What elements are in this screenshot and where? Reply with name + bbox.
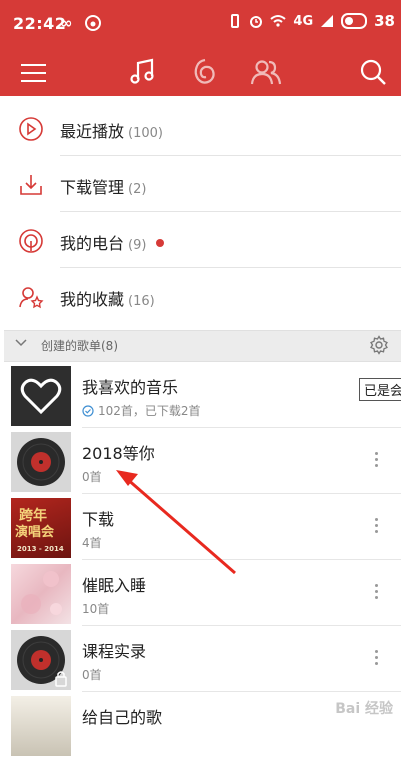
chevron-down-icon[interactable]: [14, 336, 28, 350]
radio-icon: [19, 229, 43, 253]
main-content: 最近播放 (100) 下载管理 (2) 我的电台 (9) 我的收藏 (16) 创建的: [4, 100, 401, 758]
download-icon: [20, 175, 42, 195]
gear-icon[interactable]: [369, 335, 389, 355]
more-options-icon[interactable]: [375, 584, 379, 602]
playlist-name: 给自己的歌: [82, 708, 163, 727]
playlist-meta: 4首: [82, 536, 102, 550]
netease-status-icon: [85, 15, 101, 31]
playlist-name: 下载: [82, 510, 115, 529]
vibrate-icon: [231, 14, 240, 28]
tab-my-music[interactable]: [124, 54, 160, 90]
playlist-name: 课程实录: [82, 642, 147, 661]
blossom-image: [21, 571, 62, 615]
playlist-cover: [11, 432, 71, 492]
playlist-meta: 102首，已下载2首: [82, 402, 201, 419]
search-icon[interactable]: [355, 54, 391, 90]
playlist-item[interactable]: 课程实录 0首: [4, 626, 401, 692]
playlist-name: 2018等你: [82, 444, 155, 463]
tab-discover[interactable]: [186, 54, 222, 90]
infinity-icon: ∞: [60, 14, 73, 32]
music-note-icon: [130, 58, 154, 84]
playlist-meta: 0首: [82, 470, 102, 484]
alarm-icon: [250, 16, 263, 28]
battery-icon: [341, 13, 368, 29]
concert-poster-image: 跨年 演唱会 2013 - 2014: [15, 507, 64, 553]
playlist-item[interactable]: 2018等你 0首: [4, 428, 401, 494]
playlist-name: 我喜欢的音乐: [82, 378, 179, 397]
menu-count: (16): [128, 294, 155, 309]
created-playlists-header[interactable]: 创建的歌单(8): [4, 330, 401, 362]
menu-count: (2): [128, 182, 147, 197]
wifi-icon: [270, 15, 287, 27]
menu-count: (9): [128, 238, 147, 253]
svg-text:跨年: 跨年: [19, 507, 47, 524]
svg-text:演唱会: 演唱会: [15, 524, 55, 540]
playlist-item[interactable]: 催眠入睡 10首: [4, 560, 401, 626]
battery-level: 38: [374, 12, 395, 30]
playlist-meta: 0首: [82, 668, 102, 682]
menu-label: 我的电台 (9): [60, 230, 165, 254]
top-toolbar: [0, 50, 401, 96]
network-type: 4G: [293, 13, 314, 29]
menu-count: (100): [128, 126, 163, 141]
menu-my-radio[interactable]: 我的电台 (9): [4, 212, 401, 268]
more-options-icon[interactable]: [375, 518, 379, 536]
vinyl-record-icon: [17, 438, 65, 486]
signal-icon: [321, 15, 334, 27]
section-title: 创建的歌单(8): [41, 339, 118, 353]
menu-recent-play[interactable]: 最近播放 (100): [4, 100, 401, 156]
downloaded-check-icon: [82, 405, 94, 417]
friends-icon: [250, 60, 282, 85]
more-options-icon[interactable]: [375, 650, 379, 668]
vinyl-record-icon: [17, 636, 67, 687]
svg-text:2013 - 2014: 2013 - 2014: [17, 545, 64, 553]
playlist-name: 催眠入睡: [82, 576, 147, 595]
watermark: Bai 经验: [335, 701, 393, 717]
tab-friends[interactable]: [248, 54, 284, 90]
recent-play-icon: [19, 117, 43, 141]
tooltip: 已是会员: [359, 378, 401, 401]
menu-download-manager[interactable]: 下载管理 (2): [4, 156, 401, 212]
playlist-cover: [11, 564, 71, 624]
more-options-icon[interactable]: [375, 452, 379, 470]
playlist-meta: 10首: [82, 602, 110, 616]
favorite-collection-icon: [19, 287, 44, 309]
playlist-cover: [11, 696, 71, 756]
playlist-item[interactable]: 跨年 演唱会 2013 - 2014 下载 4首: [4, 494, 401, 560]
menu-label: 下载管理 (2): [60, 178, 147, 197]
heart-icon: [20, 378, 62, 415]
status-time: 22:42: [13, 14, 67, 33]
status-right: 4G 38: [228, 12, 395, 30]
menu-label: 最近播放 (100): [60, 122, 163, 141]
netease-disc-icon: [194, 58, 215, 84]
new-badge-dot: [156, 239, 165, 247]
status-bar: 22:42 ∞ 4G 38: [0, 0, 401, 50]
menu-label: 我的收藏 (16): [60, 290, 155, 309]
hamburger-menu-icon[interactable]: [21, 60, 46, 82]
playlist-cover: [11, 630, 71, 690]
menu-my-collection[interactable]: 我的收藏 (16): [4, 268, 401, 324]
playlist-cover: [11, 366, 71, 426]
playlist-item[interactable]: 我喜欢的音乐 102首，已下载2首 已是会员: [4, 362, 401, 428]
playlist-cover: 跨年 演唱会 2013 - 2014: [11, 498, 71, 558]
